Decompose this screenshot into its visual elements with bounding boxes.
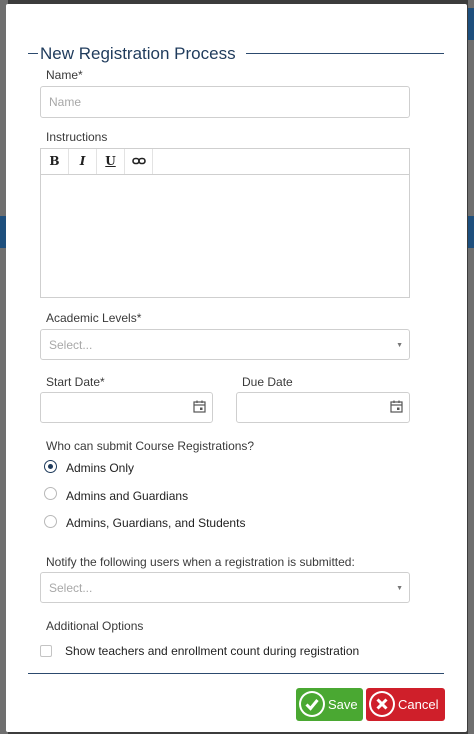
- chevron-down-icon: ▼: [396, 342, 403, 349]
- save-button[interactable]: Save: [296, 688, 363, 721]
- radio-label-admins-only: Admins Only: [66, 461, 135, 475]
- notify-label: Notify the following users when a regist…: [46, 555, 355, 569]
- backdrop-right: [468, 0, 474, 734]
- radio-label-admins-guardians: Admins and Guardians: [66, 489, 189, 503]
- editor-toolbar: B I U: [41, 149, 409, 175]
- instructions-editor[interactable]: B I U: [40, 148, 410, 298]
- due-date-label: Due Date: [242, 375, 293, 389]
- bold-button[interactable]: B: [41, 149, 69, 174]
- radio-admins-guardians[interactable]: [44, 487, 57, 500]
- cancel-button-label: Cancel: [398, 697, 439, 712]
- radio-admins-guardians-students[interactable]: [44, 515, 57, 528]
- academic-levels-select[interactable]: Select... ▼: [40, 329, 410, 360]
- underline-button[interactable]: U: [97, 149, 125, 174]
- new-registration-dialog: New Registration Process Name* Name Inst…: [6, 4, 467, 732]
- save-button-label: Save: [328, 697, 358, 712]
- name-input[interactable]: Name: [40, 86, 410, 118]
- due-date-input[interactable]: [236, 392, 410, 423]
- additional-options-label: Additional Options: [46, 619, 144, 633]
- link-icon: [131, 157, 146, 165]
- instructions-label: Instructions: [46, 130, 108, 144]
- notify-users-select[interactable]: Select... ▼: [40, 572, 410, 603]
- legend-rule-left: [28, 53, 38, 54]
- dialog-title: New Registration Process: [40, 44, 236, 63]
- radio-admins-only[interactable]: [44, 460, 57, 473]
- backdrop-accent: [468, 8, 474, 40]
- show-teachers-label: Show teachers and enrollment count durin…: [65, 644, 360, 658]
- calendar-icon[interactable]: [390, 400, 403, 413]
- academic-levels-label: Academic Levels*: [46, 311, 142, 325]
- close-icon: [369, 691, 395, 717]
- calendar-icon[interactable]: [193, 400, 206, 413]
- notify-placeholder: Select...: [49, 581, 93, 595]
- italic-button[interactable]: I: [69, 149, 97, 174]
- academic-levels-placeholder: Select...: [49, 338, 93, 352]
- name-label: Name*: [46, 68, 83, 82]
- chevron-down-icon: ▼: [396, 585, 403, 592]
- radio-label-admins-guardians-students: Admins, Guardians, and Students: [66, 516, 246, 530]
- show-teachers-checkbox[interactable]: [40, 645, 52, 657]
- check-icon: [299, 691, 325, 717]
- dialog-header: New Registration Process: [28, 44, 444, 64]
- legend-rule-right: [246, 53, 444, 54]
- link-button[interactable]: [125, 149, 153, 174]
- cancel-button[interactable]: Cancel: [366, 688, 445, 721]
- name-placeholder: Name: [49, 95, 82, 109]
- start-date-label: Start Date*: [46, 375, 105, 389]
- who-can-submit-label: Who can submit Course Registrations?: [46, 439, 255, 453]
- start-date-input[interactable]: [40, 392, 213, 423]
- backdrop-accent: [468, 216, 474, 248]
- footer-divider: [28, 673, 444, 674]
